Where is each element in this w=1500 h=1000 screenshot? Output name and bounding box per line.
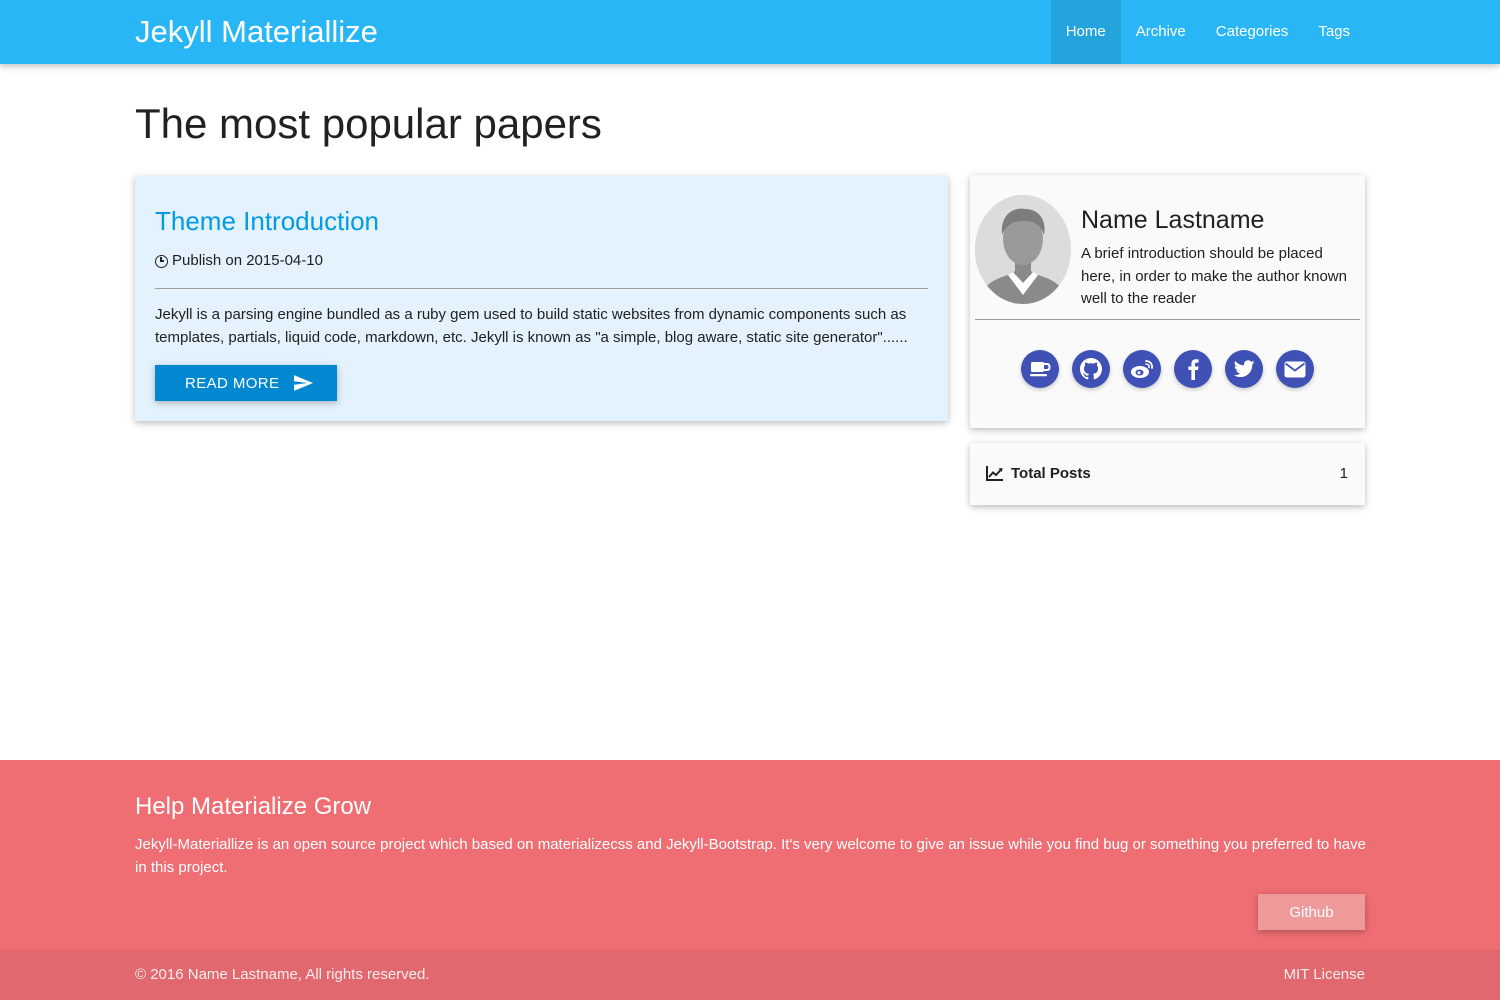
avatar — [975, 195, 1071, 304]
total-posts-value: 1 — [1339, 465, 1348, 482]
profile-divider — [975, 319, 1360, 320]
twitter-icon — [1233, 360, 1255, 378]
author-profile-card: Name Lastname A brief introduction shoul… — [970, 175, 1365, 428]
facebook-button[interactable] — [1174, 350, 1212, 388]
post-title-link[interactable]: Theme Introduction — [155, 204, 379, 238]
github-button[interactable] — [1072, 350, 1110, 388]
nav-links: Home Archive Categories Tags — [1050, 0, 1365, 64]
facebook-icon — [1188, 359, 1199, 380]
author-bio: A brief introduction should be placed he… — [1081, 245, 1347, 307]
github-link-button[interactable]: Github — [1258, 894, 1365, 930]
page-title: The most popular papers — [135, 100, 602, 147]
nav-link-archive[interactable]: Archive — [1121, 0, 1201, 64]
weibo-icon — [1131, 360, 1153, 378]
page-footer: Help Materialize Grow Jekyll-Materialliz… — [0, 760, 1500, 1000]
post-divider — [155, 288, 928, 289]
author-name: Name Lastname — [1081, 206, 1265, 234]
read-more-button[interactable]: READ MORE — [155, 365, 337, 401]
clock-icon — [155, 254, 168, 268]
twitter-button[interactable] — [1225, 350, 1263, 388]
read-more-label: READ MORE — [185, 374, 280, 392]
nav-link-categories[interactable]: Categories — [1201, 0, 1304, 64]
footer-copyright-bar: © 2016 Name Lastname, All rights reserve… — [0, 950, 1500, 1000]
top-navbar: Jekyll Materiallize Home Archive Categor… — [0, 0, 1500, 64]
email-icon — [1284, 361, 1306, 377]
footer-title: Help Materialize Grow — [135, 793, 372, 820]
nav-link-home[interactable]: Home — [1050, 0, 1121, 64]
post-meta: Publish on 2015-04-10 — [155, 251, 323, 271]
send-icon — [294, 375, 314, 391]
coffee-icon — [1030, 362, 1051, 377]
email-button[interactable] — [1276, 350, 1314, 388]
line-chart-icon — [986, 466, 1003, 481]
brand-logo[interactable]: Jekyll Materiallize — [135, 12, 378, 52]
post-date: Publish on 2015-04-10 — [172, 252, 323, 269]
post-card: Theme Introduction Publish on 2015-04-10… — [135, 176, 948, 421]
weibo-button[interactable] — [1123, 350, 1161, 388]
social-links — [1021, 350, 1327, 388]
stats-card: Total Posts 1 — [970, 443, 1365, 505]
coffee-button[interactable] — [1021, 350, 1059, 388]
nav-link-tags[interactable]: Tags — [1303, 0, 1365, 64]
post-excerpt: Jekyll is a parsing engine bundled as a … — [155, 306, 908, 346]
default-avatar-icon — [975, 195, 1071, 304]
total-posts-label: Total Posts — [1011, 465, 1091, 482]
footer-text: Jekyll-Materiallize is an open source pr… — [135, 836, 1366, 876]
github-icon — [1080, 358, 1102, 380]
license-link[interactable]: MIT License — [1284, 965, 1365, 985]
copyright-text: © 2016 Name Lastname, All rights reserve… — [135, 966, 430, 983]
